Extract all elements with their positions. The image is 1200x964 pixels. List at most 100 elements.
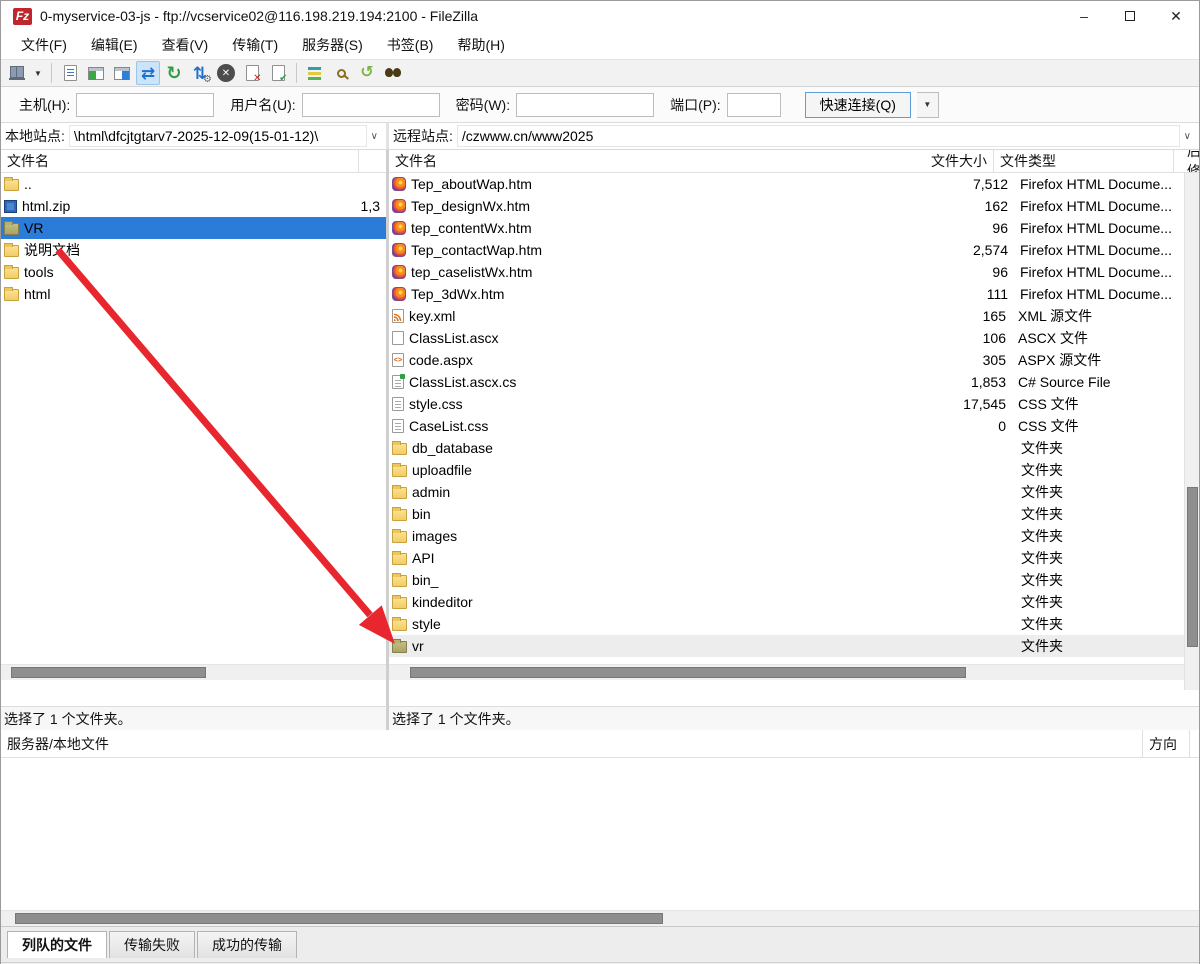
sync-browse-icon[interactable]: ↺ bbox=[355, 61, 379, 85]
remote-file-row[interactable]: tep_contentWx.htm96Firefox HTML Docume..… bbox=[389, 217, 1199, 239]
menu-item-3[interactable]: 传输(T) bbox=[220, 31, 290, 59]
remote-column-modified[interactable]: 最后修改 bbox=[1185, 150, 1199, 172]
file-type: XML 源文件 bbox=[1010, 306, 1178, 326]
remote-vscroll-thumb[interactable] bbox=[1187, 487, 1198, 647]
password-input[interactable] bbox=[516, 93, 654, 117]
file-type: C# Source File bbox=[1010, 374, 1178, 390]
remote-file-row[interactable]: API文件夹2 bbox=[389, 547, 1199, 569]
queue-tab-2[interactable]: 成功的传输 bbox=[197, 931, 297, 958]
message-log-icon[interactable] bbox=[58, 61, 82, 85]
queue-horizontal-scrollbar[interactable] bbox=[1, 910, 1199, 926]
toolbar: ▼⇄↻⇅⚙✕✕✔↺ bbox=[1, 59, 1199, 87]
file-name: admin bbox=[412, 484, 833, 500]
remote-path-chevron-icon[interactable]: ∨ bbox=[1180, 131, 1195, 142]
queue-column-server[interactable]: 服务器/本地文件 bbox=[1, 730, 1142, 757]
file-name: html bbox=[24, 286, 354, 302]
remote-file-row[interactable]: tep_caselistWx.htm96Firefox HTML Docume.… bbox=[389, 261, 1199, 283]
menu-item-6[interactable]: 帮助(H) bbox=[445, 31, 516, 59]
remote-file-row[interactable]: code.aspx305ASPX 源文件2 bbox=[389, 349, 1199, 371]
local-path-chevron-icon[interactable]: ∨ bbox=[367, 131, 382, 142]
remote-file-row[interactable]: images文件夹2 bbox=[389, 525, 1199, 547]
remote-file-row[interactable]: CaseList.css0CSS 文件2 bbox=[389, 415, 1199, 437]
queue-column-direction[interactable]: 方向 bbox=[1142, 730, 1189, 757]
remote-tree-icon[interactable] bbox=[110, 61, 134, 85]
filter-icon[interactable] bbox=[303, 61, 327, 85]
file-name: ClassList.ascx bbox=[409, 330, 830, 346]
remote-file-row[interactable]: Tep_aboutWap.htm7,512Firefox HTML Docume… bbox=[389, 173, 1199, 195]
remote-vertical-scrollbar[interactable] bbox=[1184, 173, 1199, 690]
local-horizontal-scrollbar[interactable] bbox=[1, 664, 386, 680]
local-file-row[interactable]: html bbox=[1, 283, 386, 305]
menu-item-4[interactable]: 服务器(S) bbox=[290, 31, 375, 59]
file-type: 文件夹 bbox=[1013, 482, 1181, 502]
local-file-row[interactable]: VR bbox=[1, 217, 386, 239]
close-button[interactable]: ✕ bbox=[1153, 1, 1199, 31]
file-type: Firefox HTML Docume... bbox=[1012, 242, 1180, 258]
menu-item-0[interactable]: 文件(F) bbox=[9, 31, 79, 59]
remote-column-filename[interactable]: 文件名 bbox=[389, 150, 810, 172]
username-label: 用户名(U): bbox=[230, 95, 295, 115]
queue-hscroll-thumb[interactable] bbox=[15, 913, 663, 924]
remote-file-row[interactable]: db_database文件夹2 bbox=[389, 437, 1199, 459]
remote-file-row[interactable]: Tep_3dWx.htm111Firefox HTML Docume...2 bbox=[389, 283, 1199, 305]
find-files-icon[interactable] bbox=[381, 61, 405, 85]
file-type: 文件夹 bbox=[1013, 570, 1181, 590]
menu-item-5[interactable]: 书签(B) bbox=[375, 31, 446, 59]
olive-folder-icon bbox=[4, 223, 19, 235]
remote-file-row[interactable]: Tep_designWx.htm162Firefox HTML Docume..… bbox=[389, 195, 1199, 217]
compare-icon[interactable] bbox=[329, 61, 353, 85]
reconnect-icon[interactable]: ✔ bbox=[266, 61, 290, 85]
remote-file-row[interactable]: admin文件夹2 bbox=[389, 481, 1199, 503]
remote-column-filetype[interactable]: 文件类型 bbox=[994, 150, 1174, 172]
maximize-button[interactable] bbox=[1107, 1, 1153, 31]
remote-file-row[interactable]: style文件夹2 bbox=[389, 613, 1199, 635]
disconnect-icon[interactable]: ✕ bbox=[240, 61, 264, 85]
local-file-row[interactable]: .. bbox=[1, 173, 386, 195]
file-size: 7,512 bbox=[832, 176, 1012, 192]
local-file-row[interactable]: 说明文档 bbox=[1, 239, 386, 261]
remote-file-row[interactable]: uploadfile文件夹2 bbox=[389, 459, 1199, 481]
quickconnect-button[interactable]: 快速连接(Q) bbox=[805, 92, 911, 118]
remote-file-row[interactable]: bin文件夹2 bbox=[389, 503, 1199, 525]
process-queue-icon[interactable]: ⇅⚙ bbox=[188, 61, 212, 85]
queue-tab-0[interactable]: 列队的文件 bbox=[7, 931, 107, 958]
remote-horizontal-scrollbar[interactable] bbox=[389, 664, 1184, 680]
host-input[interactable] bbox=[76, 93, 214, 117]
remote-file-row[interactable]: style.css17,545CSS 文件2 bbox=[389, 393, 1199, 415]
refresh-icon[interactable]: ↻ bbox=[162, 61, 186, 85]
transfer-queue-icon[interactable]: ⇄ bbox=[136, 61, 160, 85]
site-manager-icon[interactable] bbox=[5, 61, 29, 85]
local-site-path[interactable]: \html\dfcjtgtarv7-2025-12-09(15-01-12)\ bbox=[69, 125, 367, 147]
remote-file-row[interactable]: ClassList.ascx106ASCX 文件2 bbox=[389, 327, 1199, 349]
file-name: bin_ bbox=[412, 572, 833, 588]
local-file-row[interactable]: html.zip1,3 bbox=[1, 195, 386, 217]
site-manager-dropdown[interactable]: ▼ bbox=[31, 61, 45, 85]
local-tree-icon[interactable] bbox=[84, 61, 108, 85]
remote-hscroll-thumb[interactable] bbox=[410, 667, 966, 678]
remote-site-path[interactable]: /czwww.cn/www2025 bbox=[457, 125, 1180, 147]
file-size: 162 bbox=[832, 198, 1012, 214]
queue-body bbox=[1, 758, 1199, 910]
remote-file-row[interactable]: ClassList.ascx.cs1,853C# Source File2 bbox=[389, 371, 1199, 393]
local-file-row[interactable]: tools bbox=[1, 261, 386, 283]
menu-item-1[interactable]: 编辑(E) bbox=[79, 31, 150, 59]
local-hscroll-thumb[interactable] bbox=[11, 667, 206, 678]
remote-file-row[interactable]: Tep_contactWap.htm2,574Firefox HTML Docu… bbox=[389, 239, 1199, 261]
remote-file-panel: 文件名 文件大小 文件类型 最后修改 Tep_aboutWap.htm7,512… bbox=[389, 150, 1199, 706]
port-input[interactable] bbox=[727, 93, 781, 117]
minimize-button[interactable]: – bbox=[1061, 1, 1107, 31]
remote-file-row[interactable]: bin_文件夹2 bbox=[389, 569, 1199, 591]
remote-file-row[interactable]: kindeditor文件夹2 bbox=[389, 591, 1199, 613]
username-input[interactable] bbox=[302, 93, 440, 117]
quickconnect-dropdown[interactable]: ▼ bbox=[917, 92, 939, 118]
menu-item-2[interactable]: 查看(V) bbox=[150, 31, 221, 59]
cancel-icon[interactable]: ✕ bbox=[214, 61, 238, 85]
file-name: tep_contentWx.htm bbox=[411, 220, 832, 236]
remote-column-filesize[interactable]: 文件大小 bbox=[810, 150, 994, 172]
local-column-filename[interactable]: 文件名 bbox=[1, 150, 359, 172]
queue-tab-1[interactable]: 传输失败 bbox=[109, 931, 195, 958]
remote-file-row[interactable]: key.xml165XML 源文件2 bbox=[389, 305, 1199, 327]
remote-file-row[interactable]: vr文件夹 bbox=[389, 635, 1199, 657]
toolbar-separator bbox=[296, 63, 297, 83]
file-size: 17,545 bbox=[830, 396, 1010, 412]
